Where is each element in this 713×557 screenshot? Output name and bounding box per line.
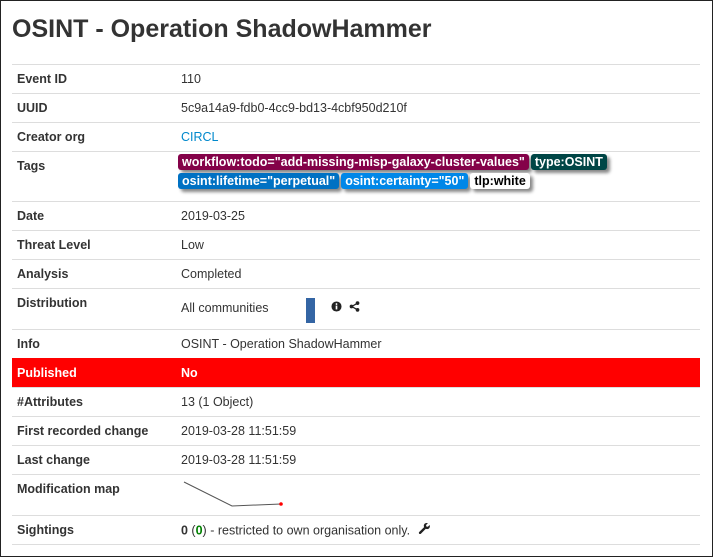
attributes-value: 13 (1 Object) xyxy=(172,387,700,417)
date-label: Date xyxy=(12,201,172,231)
event-view: OSINT - Operation ShadowHammer Event ID … xyxy=(0,0,713,557)
row-sightings: Sightings 0 (0) - restricted to own orga… xyxy=(12,515,700,545)
first-change-value: 2019-03-28 11:51:59 xyxy=(172,416,700,446)
row-creator-org: Creator org CIRCL xyxy=(12,122,700,152)
creator-org-label: Creator org xyxy=(12,122,172,152)
row-event-id: Event ID 110 xyxy=(12,64,700,94)
date-value: 2019-03-25 xyxy=(172,201,700,231)
info-circle-icon[interactable] xyxy=(331,300,342,317)
row-tags: Tags workflow:todo="add-missing-misp-gal… xyxy=(12,151,700,202)
sightings-own-count: 0 xyxy=(195,523,203,538)
published-value: No xyxy=(172,358,700,388)
share-alt-icon[interactable] xyxy=(349,300,360,317)
modification-map-label: Modification map xyxy=(12,474,172,516)
distribution-graph-bar[interactable] xyxy=(305,298,315,323)
first-change-label: First recorded change xyxy=(12,416,172,446)
event-id-label: Event ID xyxy=(12,64,172,94)
last-change-value: 2019-03-28 11:51:59 xyxy=(172,445,700,475)
info-label: Info xyxy=(12,329,172,359)
row-info: Info OSINT - Operation ShadowHammer xyxy=(12,329,700,359)
row-distribution: Distribution All communities xyxy=(12,288,700,330)
row-attributes: #Attributes 13 (1 Object) xyxy=(12,387,700,417)
tag-badge[interactable]: workflow:todo="add-missing-misp-galaxy-c… xyxy=(178,154,529,170)
tag-badge[interactable]: osint:lifetime="perpetual" xyxy=(178,173,340,189)
uuid-label: UUID xyxy=(12,93,172,123)
analysis-value: Completed xyxy=(172,259,700,289)
analysis-label: Analysis xyxy=(12,259,172,289)
event-details-table: Event ID 110 UUID 5c9a14a9-fdb0-4cc9-bd1… xyxy=(12,64,700,545)
distribution-label: Distribution xyxy=(12,288,172,330)
sightings-open-paren: ( xyxy=(187,523,196,538)
row-modification-map: Modification map xyxy=(12,474,700,516)
row-first-change: First recorded change 2019-03-28 11:51:5… xyxy=(12,416,700,446)
row-date: Date 2019-03-25 xyxy=(12,201,700,231)
tag-badge[interactable]: type:OSINT xyxy=(530,154,607,170)
uuid-value: 5c9a14a9-fdb0-4cc9-bd13-4cbf950d210f xyxy=(172,93,700,123)
sightings-suffix: - restricted to own organisation only. xyxy=(206,523,411,538)
threat-level-value: Low xyxy=(172,230,700,260)
last-change-label: Last change xyxy=(12,445,172,475)
info-value: OSINT - Operation ShadowHammer xyxy=(172,329,700,359)
tag-badge[interactable]: osint:certainty="50" xyxy=(341,173,469,189)
published-label: Published xyxy=(12,358,172,388)
creator-org-link[interactable]: CIRCL xyxy=(181,130,219,144)
row-last-change: Last change 2019-03-28 11:51:59 xyxy=(12,445,700,475)
wrench-icon[interactable] xyxy=(418,522,431,540)
page-title: OSINT - Operation ShadowHammer xyxy=(12,15,432,43)
row-threat-level: Threat Level Low xyxy=(12,230,700,260)
threat-level-label: Threat Level xyxy=(12,230,172,260)
tag-badge[interactable]: tlp:white xyxy=(470,173,530,189)
tag-list: workflow:todo="add-missing-misp-galaxy-c… xyxy=(178,154,695,192)
sightings-count: 0 xyxy=(181,523,188,538)
distribution-value: All communities xyxy=(181,301,269,315)
row-published: Published No xyxy=(12,358,700,388)
modification-map-point xyxy=(279,502,283,506)
sightings-label: Sightings xyxy=(12,515,172,545)
tags-label: Tags xyxy=(12,151,172,202)
row-uuid: UUID 5c9a14a9-fdb0-4cc9-bd13-4cbf950d210… xyxy=(12,93,700,123)
attributes-label: #Attributes xyxy=(12,387,172,417)
row-analysis: Analysis Completed xyxy=(12,259,700,289)
modification-map-graph xyxy=(183,481,283,507)
event-id-value: 110 xyxy=(172,64,700,94)
